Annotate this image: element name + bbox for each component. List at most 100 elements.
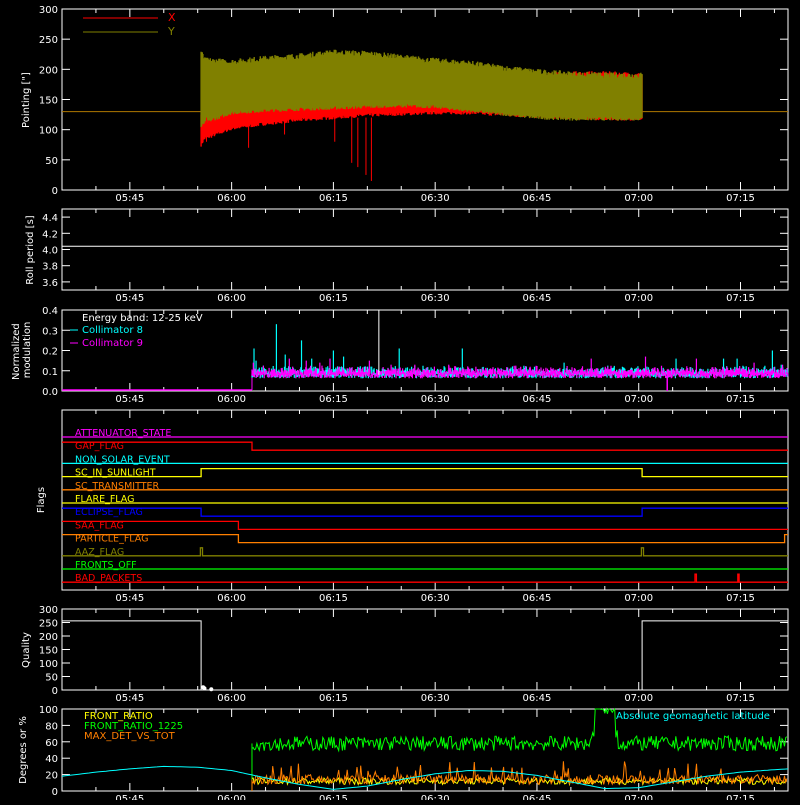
flags-xtick-label-1: 06:00: [217, 593, 246, 604]
pointing-xtick-label-2: 06:15: [319, 193, 348, 204]
pointing-ytick-label-1: 50: [45, 156, 58, 167]
quality-ytick-label-2: 100: [39, 659, 58, 670]
modulation-xtick-label-4: 06:45: [523, 394, 552, 405]
roll-ytick-label-4: 4.4: [42, 213, 58, 224]
pointing-ytick-label-3: 150: [39, 96, 58, 107]
quality-ytick-label-6: 300: [39, 605, 58, 616]
ratios-xtick-label-1: 06:00: [217, 794, 246, 800]
ratios-xtick-label-0: 05:45: [115, 794, 144, 800]
legend-collimator-8: Collimator 8: [82, 325, 143, 336]
modulation-xtick-label-3: 06:30: [421, 394, 450, 405]
energy-band-annotation: Energy band: 12-25 keV: [82, 313, 203, 324]
quality-dot-1: [202, 686, 207, 691]
ratios-ylabel: Degrees or %: [18, 716, 29, 784]
roll-xtick-label-5: 07:00: [624, 293, 653, 304]
quality-ytick-label-5: 250: [39, 619, 58, 630]
ratios-ytick-label-0: 0: [52, 787, 58, 798]
modulation-ytick-label-3: 0.3: [42, 326, 58, 337]
roll-ytick-label-1: 3.8: [42, 262, 58, 273]
ratios-xtick-label-6: 07:15: [726, 794, 755, 800]
ratios-ytick-label-1: 20: [45, 771, 58, 782]
pointing-xtick-label-0: 05:45: [115, 193, 144, 204]
flag-label-sc_transmitter: SC_TRANSMITTER: [75, 481, 160, 492]
modulation-xtick-label-2: 06:15: [319, 394, 348, 405]
ratios-xtick-label-4: 06:45: [523, 794, 552, 800]
flags-xtick-label-6: 07:15: [726, 593, 755, 604]
roll-ytick-label-2: 4.0: [42, 246, 58, 257]
modulation-ytick-label-1: 0.1: [42, 367, 58, 378]
flags-xtick-label-4: 06:45: [523, 593, 552, 604]
pointing-ytick-label-0: 0: [52, 186, 58, 197]
roll-ylabel: Roll period [s]: [25, 215, 36, 284]
pointing-xtick-label-4: 06:45: [523, 193, 552, 204]
quality-ytick-label-4: 200: [39, 632, 58, 643]
quicklook-figure: 0 50 100 150 200 250 300 05:45 06:00 06:15 06:30 06…: [0, 0, 800, 805]
pointing-ylabel: Pointing ["]: [21, 72, 32, 128]
ratios-ytick-label-4: 80: [45, 721, 58, 732]
roll-xtick-label-6: 07:15: [726, 293, 755, 304]
flag-label-non_solar_event: NON_SOLAR_EVENT: [75, 454, 170, 465]
pointing-ytick-label-2: 100: [39, 126, 58, 137]
quality-ytick-label-0: 0: [52, 686, 58, 697]
roll-xtick-label-0: 05:45: [115, 293, 144, 304]
legend-x-label: X: [168, 11, 176, 24]
pointing-ytick-label-6: 300: [39, 5, 58, 16]
quality-ytick-label-3: 150: [39, 646, 58, 657]
flags-ylabel: Flags: [36, 487, 47, 513]
flag-label-sc_in_sunlight: SC_IN_SUNLIGHT: [75, 468, 156, 479]
flag-label-saa_flag: SAA_FLAG: [75, 520, 124, 531]
flags-xtick-label-0: 05:45: [115, 593, 144, 604]
pointing-xtick-label-6: 07:15: [726, 193, 755, 204]
modulation-xtick-label-1: 06:00: [217, 394, 246, 405]
modulation-xtick-label-5: 07:00: [624, 394, 653, 405]
ratios-xtick-label-5: 07:00: [624, 794, 653, 800]
quality-xtick-label-3: 06:30: [421, 693, 450, 704]
legend-y-label: Y: [167, 25, 175, 38]
flag-label-particle_flag: PARTICLE_FLAG: [75, 534, 148, 545]
modulation-ytick-label-4: 0.4: [42, 306, 58, 317]
ratios-xtick-label-2: 06:15: [319, 794, 348, 800]
flags-xtick-label-3: 06:30: [421, 593, 450, 604]
modulation-ytick-label-0: 0.0: [42, 387, 58, 398]
quality-ylabel: Quality: [21, 632, 32, 668]
roll-xtick-label-4: 06:45: [523, 293, 552, 304]
quality-xtick-label-0: 05:45: [115, 693, 144, 704]
modulation-ytick-label-2: 0.2: [42, 347, 58, 358]
quality-xtick-label-6: 07:15: [726, 693, 755, 704]
quicklook-svg: 05010015020025030005:45 06:00 06:15 06:30 06…: [0, 0, 800, 805]
flag-label-aaz_flag: AAZ_FLAG: [75, 547, 124, 558]
flag-label-bad_packets: BAD_PACKETS: [75, 573, 142, 584]
roll-ytick-label-3: 4.2: [42, 229, 58, 240]
pointing-ytick-label-5: 250: [39, 35, 58, 46]
modulation-xtick-label-0: 05:45: [115, 394, 144, 405]
ratios-xtick-label-3: 06:30: [421, 794, 450, 800]
geomagnetic-annotation: Absolute geomagnetic latitude: [616, 711, 770, 722]
legend-collimator-9: Collimator 9: [82, 338, 143, 349]
ratios-ytick-label-5: 100: [39, 705, 58, 716]
roll-xtick-label-3: 06:30: [421, 293, 450, 304]
quality-dot-2: [209, 687, 214, 692]
quality-xtick-label-5: 07:00: [624, 693, 653, 704]
flag-label-gap_flag: GAP_FLAG: [75, 441, 124, 452]
quality-xtick-label-1: 06:00: [217, 693, 246, 704]
legend-max-det: MAX_DET_VS_TOT: [84, 731, 176, 742]
roll-ytick-label-0: 3.6: [42, 278, 58, 289]
quality-ytick-label-1: 50: [45, 673, 58, 684]
modulation-ylabel: Normalized modulation: [11, 320, 33, 380]
pointing-xtick-label-1: 06:00: [217, 193, 246, 204]
pointing-xtick-label-3: 06:30: [421, 193, 450, 204]
pointing-xtick-label-5: 07:00: [624, 193, 653, 204]
flag-label-attenuator_state: ATTENUATOR_STATE: [75, 428, 171, 439]
flag-label-eclipse_flag: ECLIPSE_FLAG: [75, 507, 143, 518]
pointing-ytick-label-4: 200: [39, 65, 58, 76]
flags-xtick-label-2: 06:15: [319, 593, 348, 604]
quality-xtick-label-2: 06:15: [319, 693, 348, 704]
flags-xtick-label-5: 07:00: [624, 593, 653, 604]
modulation-xtick-label-6: 07:15: [726, 394, 755, 405]
ratios-ytick-label-3: 60: [45, 738, 58, 749]
flag-label-fronts_off: FRONTS_OFF: [75, 560, 137, 571]
ratios-ytick-label-2: 40: [45, 754, 58, 765]
quality-xtick-label-4: 06:45: [523, 693, 552, 704]
roll-xtick-label-1: 06:00: [217, 293, 246, 304]
flag-label-flare_flag: FLARE_FLAG: [75, 494, 135, 505]
